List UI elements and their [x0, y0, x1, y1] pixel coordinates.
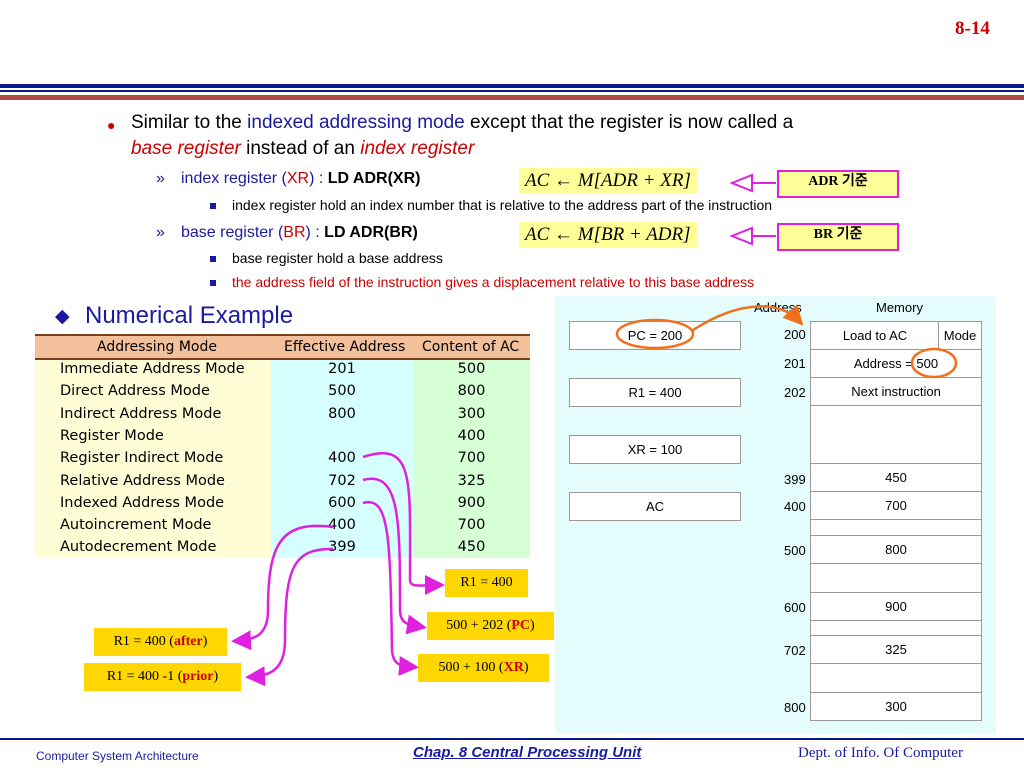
arrow-icon: [729, 226, 776, 246]
annotation-overlay: [231, 173, 958, 687]
footer-center: Chap. 8 Central Processing Unit: [413, 744, 642, 761]
arrow-icon: [245, 547, 334, 687]
highlight-circle: [910, 347, 958, 379]
highlight-circle: [615, 318, 695, 350]
arrow-icon: [362, 500, 419, 676]
footer-rule: [0, 738, 1024, 740]
arrow-icon: [362, 477, 427, 635]
footer-right: Dept. of Info. Of Computer: [798, 745, 963, 761]
arrow-icon: [692, 304, 804, 332]
footer-left: Computer System Architecture: [36, 749, 199, 763]
arrow-icon: [362, 451, 445, 596]
arrow-icon: [729, 173, 776, 193]
